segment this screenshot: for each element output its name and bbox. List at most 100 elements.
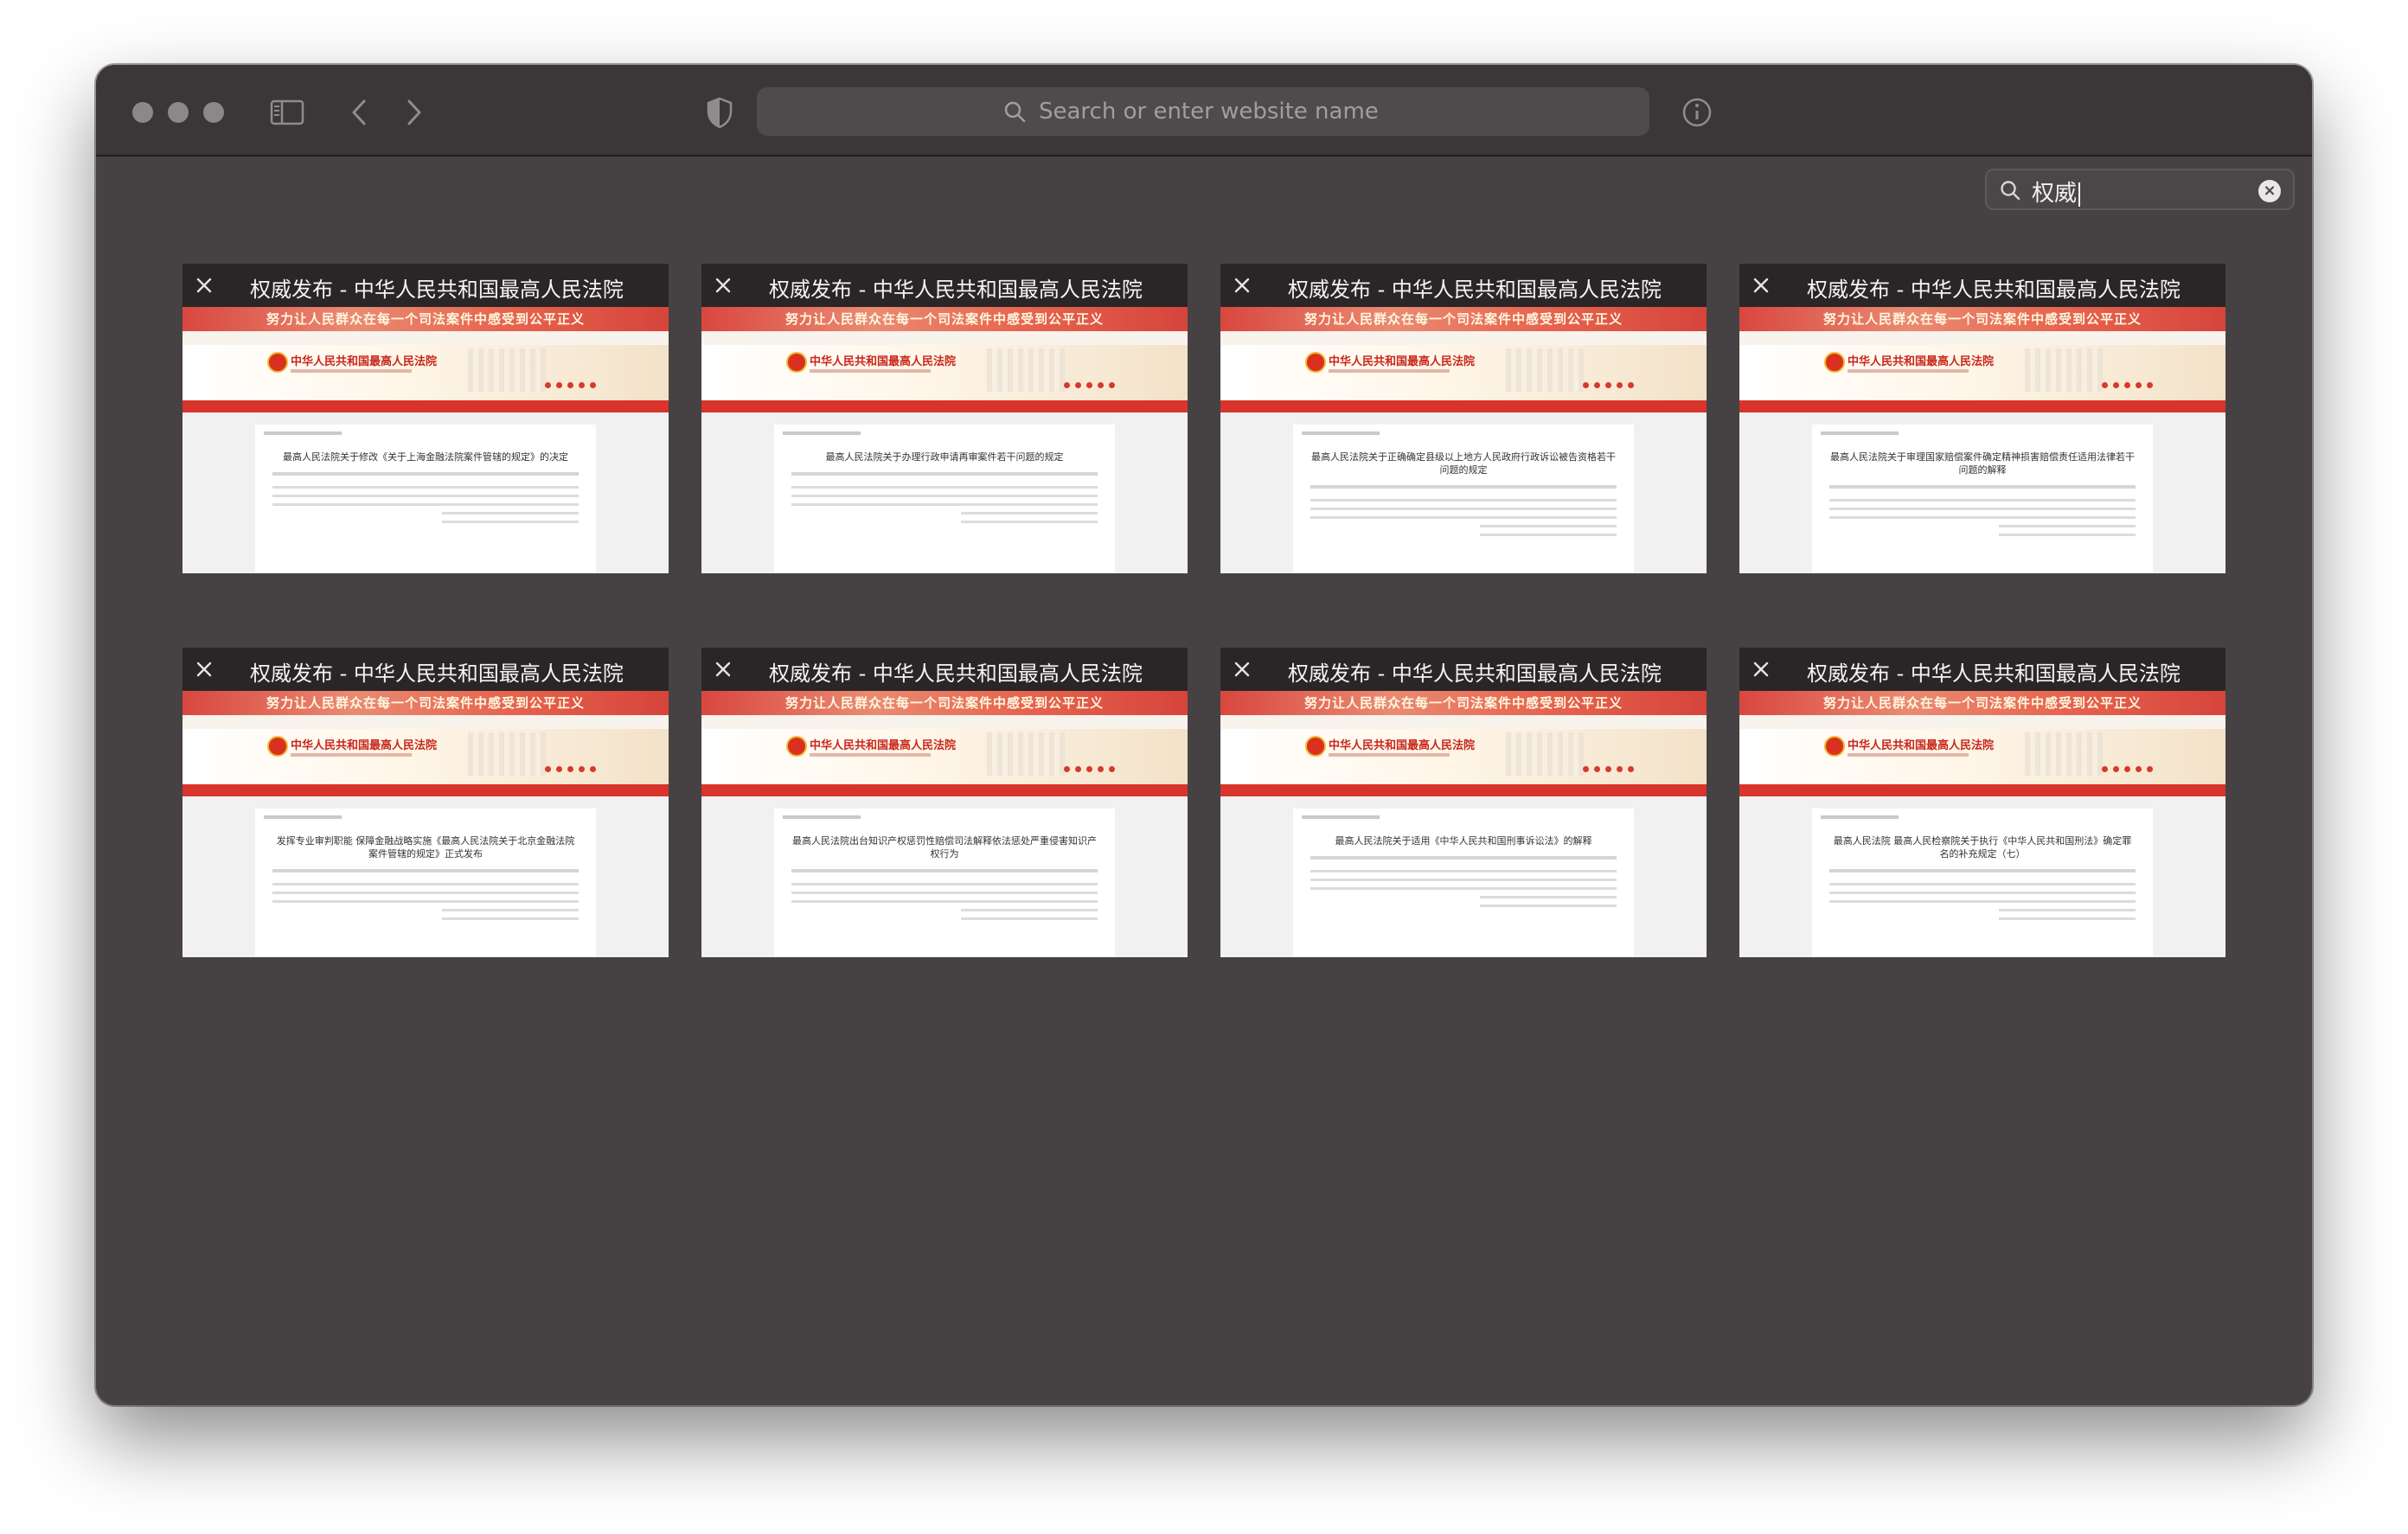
clear-icon[interactable]: × — [2258, 180, 2281, 202]
preview-header-icons — [2102, 382, 2153, 388]
preview-article: 最高人民法院出台知识产权惩罚性赔偿司法解释依法惩处严重侵害知识产权行为 — [774, 809, 1115, 957]
tab-thumbnail[interactable]: 权威发布 - 中华人民共和国最高人民法院 努力让人民群众在每一个司法案件中感受到… — [183, 648, 669, 957]
preview-header: 中华人民共和国最高人民法院 — [1220, 345, 1707, 400]
tab-title: 权威发布 - 中华人民共和国最高人民法院 — [769, 278, 1143, 302]
preview-text-line — [1310, 499, 1617, 502]
preview-topstrip — [183, 331, 669, 345]
page-preview: 努力让人民群众在每一个司法案件中感受到公平正义 中华人民共和国最高人民法院 最高… — [1739, 307, 2225, 573]
minimize-window-button[interactable] — [168, 102, 189, 123]
tab-thumbnail[interactable]: 权威发布 - 中华人民共和国最高人民法院 努力让人民群众在每一个司法案件中感受到… — [1220, 648, 1707, 957]
building-graphic — [1506, 732, 1584, 776]
page-preview: 努力让人民群众在每一个司法案件中感受到公平正义 中华人民共和国最高人民法院 最高… — [1220, 691, 1707, 957]
address-bar[interactable] — [757, 87, 1649, 136]
address-input[interactable] — [1037, 98, 1404, 125]
building-graphic — [987, 732, 1065, 776]
tab-header: 权威发布 - 中华人民共和国最高人民法院 — [183, 648, 669, 691]
preview-header-icons — [2102, 766, 2153, 772]
zoom-window-button[interactable] — [203, 102, 224, 123]
building-graphic — [468, 732, 546, 776]
preview-doc-title: 最高人民法院关于修改《关于上海金融法院案件管辖的规定》的决定 — [283, 451, 568, 463]
tab-overview-grid: 权威发布 - 中华人民共和国最高人民法院 努力让人民群众在每一个司法案件中感受到… — [183, 264, 2225, 957]
back-icon[interactable] — [338, 91, 381, 134]
preview-header: 中华人民共和国最高人民法院 — [183, 729, 669, 784]
close-tab-icon[interactable] — [191, 656, 217, 682]
preview-site-subtitle — [1848, 753, 1969, 757]
page-preview: 努力让人民群众在每一个司法案件中感受到公平正义 中华人民共和国最高人民法院 最高… — [1220, 307, 1707, 573]
close-tab-icon[interactable] — [710, 656, 736, 682]
preview-breadcrumb — [783, 431, 861, 435]
preview-breadcrumb — [264, 431, 342, 435]
info-icon[interactable] — [1675, 91, 1719, 134]
preview-text-line — [791, 503, 1098, 506]
preview-article: 最高人民法院 最高人民检察院关于执行《中华人民共和国刑法》确定罪名的补充规定（七… — [1812, 809, 2153, 957]
tab-thumbnail[interactable]: 权威发布 - 中华人民共和国最高人民法院 努力让人民群众在每一个司法案件中感受到… — [183, 264, 669, 573]
preview-meta — [1829, 485, 2136, 489]
preview-text-line — [1310, 516, 1617, 519]
tab-search-value[interactable]: 权威 — [2032, 176, 2081, 208]
sidebar-icon[interactable] — [266, 91, 309, 134]
preview-breadcrumb — [783, 815, 861, 819]
preview-banner: 努力让人民群众在每一个司法案件中感受到公平正义 — [183, 691, 669, 715]
tab-header: 权威发布 - 中华人民共和国最高人民法院 — [1220, 648, 1707, 691]
preview-text-line — [1310, 870, 1617, 872]
close-tab-icon[interactable] — [1229, 272, 1255, 298]
preview-article: 发挥专业审判职能 保障金融战略实施《最高人民法院关于北京金融法院案件管辖的规定》… — [255, 809, 596, 957]
preview-header: 中华人民共和国最高人民法院 — [1739, 345, 2225, 400]
preview-meta — [1829, 869, 2136, 872]
national-emblem-icon — [786, 352, 807, 373]
preview-text-line — [442, 512, 579, 515]
preview-site-subtitle — [1329, 753, 1450, 757]
preview-meta — [1310, 856, 1617, 860]
tab-thumbnail[interactable]: 权威发布 - 中华人民共和国最高人民法院 努力让人民群众在每一个司法案件中感受到… — [1739, 264, 2225, 573]
preview-header: 中华人民共和国最高人民法院 — [701, 345, 1188, 400]
tab-thumbnail[interactable]: 权威发布 - 中华人民共和国最高人民法院 努力让人民群众在每一个司法案件中感受到… — [701, 264, 1188, 573]
preview-breadcrumb — [1821, 431, 1899, 435]
preview-navbar — [183, 400, 669, 412]
tab-thumbnail[interactable]: 权威发布 - 中华人民共和国最高人民法院 努力让人民群众在每一个司法案件中感受到… — [701, 648, 1188, 957]
preview-doc-title: 最高人民法院 最高人民检察院关于执行《中华人民共和国刑法》确定罪名的补充规定（七… — [1833, 835, 2132, 860]
page-preview: 努力让人民群众在每一个司法案件中感受到公平正义 中华人民共和国最高人民法院 最高… — [1739, 691, 2225, 957]
preview-site-name: 中华人民共和国最高人民法院 — [1848, 739, 1995, 752]
preview-article: 最高人民法院关于审理国家赔偿案件确定精神损害赔偿责任适用法律若干问题的解释 — [1812, 425, 2153, 573]
close-tab-icon[interactable] — [1229, 656, 1255, 682]
preview-meta — [272, 472, 579, 476]
preview-text-line — [442, 909, 579, 911]
preview-text-line — [961, 909, 1098, 911]
close-tab-icon[interactable] — [191, 272, 217, 298]
preview-text-line — [272, 900, 579, 903]
preview-breadcrumb — [1302, 431, 1380, 435]
browser-window: 权威 × 权威发布 - 中华人民共和国最高人民法院 努力让人民群众在每一个司法案… — [96, 65, 2312, 1405]
national-emblem-icon — [267, 736, 288, 757]
forward-icon[interactable] — [392, 91, 435, 134]
preview-doc-title: 最高人民法院关于办理行政申请再审案件若干问题的规定 — [825, 451, 1064, 463]
preview-text-line — [1480, 534, 1617, 536]
preview-text-line — [1310, 887, 1617, 890]
preview-text-line — [791, 883, 1098, 885]
national-emblem-icon — [786, 736, 807, 757]
preview-breadcrumb — [1302, 815, 1380, 819]
preview-text-line — [1999, 534, 2136, 536]
close-tab-icon[interactable] — [1748, 272, 1774, 298]
tab-thumbnail[interactable]: 权威发布 - 中华人民共和国最高人民法院 努力让人民群众在每一个司法案件中感受到… — [1220, 264, 1707, 573]
tab-thumbnail[interactable]: 权威发布 - 中华人民共和国最高人民法院 努力让人民群众在每一个司法案件中感受到… — [1739, 648, 2225, 957]
tab-search-field[interactable]: 权威 × — [1985, 169, 2295, 210]
preview-text-line — [1310, 508, 1617, 510]
preview-site-name: 中华人民共和国最高人民法院 — [291, 739, 438, 752]
preview-navbar — [1739, 784, 2225, 796]
preview-text-line — [791, 900, 1098, 903]
close-tab-icon[interactable] — [710, 272, 736, 298]
tab-title: 权威发布 - 中华人民共和国最高人民法院 — [1807, 662, 2181, 686]
preview-doc-title: 最高人民法院出台知识产权惩罚性赔偿司法解释依法惩处严重侵害知识产权行为 — [792, 835, 1097, 860]
preview-banner: 努力让人民群众在每一个司法案件中感受到公平正义 — [701, 691, 1188, 715]
preview-article: 最高人民法院关于适用《中华人民共和国刑事诉讼法》的解释 — [1293, 809, 1634, 957]
preview-text-line — [791, 892, 1098, 894]
preview-text-line — [442, 917, 579, 920]
preview-navbar — [701, 784, 1188, 796]
tab-title: 权威发布 - 中华人民共和国最高人民法院 — [1807, 278, 2181, 302]
close-tab-icon[interactable] — [1748, 656, 1774, 682]
preview-text-line — [961, 512, 1098, 515]
privacy-shield-icon[interactable] — [698, 91, 741, 134]
preview-text-line — [1999, 525, 2136, 527]
close-window-button[interactable] — [132, 102, 153, 123]
preview-text-line — [272, 892, 579, 894]
